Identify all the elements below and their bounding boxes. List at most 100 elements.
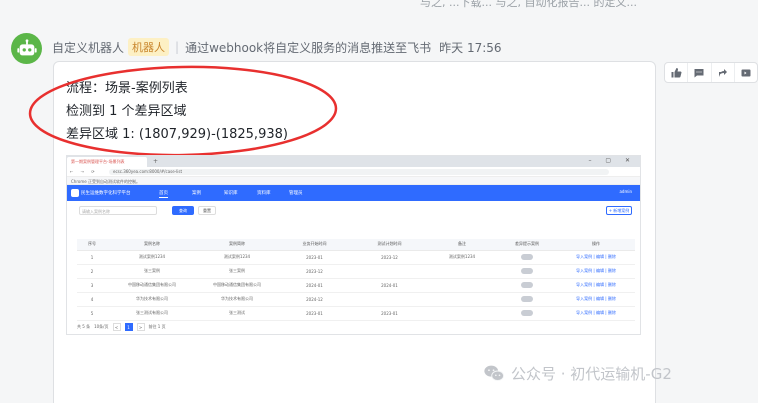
table-cell — [427, 264, 497, 279]
table-cell: 张三测试有限公司 — [107, 306, 197, 321]
robot-icon — [16, 38, 37, 55]
forward-icon — [741, 69, 751, 76]
case-table: 序号 案例名称 案例简称 业务开始时间 测试计划时间 备注 差异提示案例 操作 1 测试案例12… — [77, 239, 635, 321]
diff-toggle-cell — [497, 264, 557, 279]
automation-notice: Chrome 正受到自动测试软件的控制。 — [67, 177, 640, 185]
table-cell: 2023-01 — [277, 306, 352, 321]
new-tab-icon[interactable]: + — [153, 158, 158, 165]
table-cell: 张三测试 — [197, 306, 277, 321]
table-cell — [427, 306, 497, 321]
thumbs-up-button[interactable] — [665, 63, 689, 82]
diff-toggle[interactable] — [521, 310, 533, 316]
wechat-icon — [484, 365, 505, 381]
share-icon — [718, 68, 727, 77]
pager-total: 共 5 条 — [77, 323, 91, 329]
add-case-button[interactable]: + 新增案例 — [606, 206, 632, 215]
app-brand: 民生运维数字化科学平台 — [81, 191, 131, 196]
diff-toggle-cell — [497, 278, 557, 293]
bot-avatar[interactable] — [11, 33, 42, 64]
address-bar: ← → ⟳ ecsc.360yea.com:8000/#/case-list — [67, 167, 640, 177]
table-cell: 2 — [77, 264, 107, 279]
table-cell: 3 — [77, 278, 107, 293]
table-cell: 4 — [77, 292, 107, 307]
comment-button[interactable] — [688, 63, 712, 82]
diff-toggle[interactable] — [521, 268, 533, 274]
diff-toggle[interactable] — [521, 296, 533, 302]
table-cell: 张三案例 — [107, 264, 197, 279]
message-actions — [664, 62, 758, 83]
column-header: 序号 — [77, 239, 107, 251]
table-cell — [352, 292, 427, 307]
table-cell: 华为技术有限公司 — [107, 292, 197, 307]
table-row: 5 张三测试有限公司 张三测试 2023-01 2023-01 导入案例 | 编辑 | 删… — [77, 306, 635, 321]
table-cell: 华为技术有限公司 — [197, 292, 277, 307]
browser-tab[interactable]: 第一期案例管理平台-场景列表 — [67, 157, 147, 167]
flow-line: 流程：场景-案例列表 — [66, 81, 188, 96]
search-button[interactable]: 查询 — [172, 206, 194, 215]
table-cell: 5 — [77, 306, 107, 321]
diff-region-line: 差异区域 1: (1807,929)-(1825,938) — [66, 127, 288, 142]
column-header: 操作 — [557, 239, 635, 251]
table-cell: 中国移动通信集团有限公司 — [197, 278, 277, 293]
diff-count-line: 检测到 1 个差异区域 — [66, 104, 187, 119]
table-cell — [427, 292, 497, 307]
table-cell: 张三案例 — [197, 264, 277, 279]
sender-name[interactable]: 自定义机器人 — [52, 39, 124, 56]
table-header-row: 序号 案例名称 案例简称 业务开始时间 测试计划时间 备注 差异提示案例 操作 — [77, 239, 635, 251]
pager-size-select[interactable]: 10条/页 — [94, 324, 108, 330]
table-cell: 1 — [77, 250, 107, 265]
browser-nav-icons[interactable]: ← → ⟳ — [70, 169, 98, 174]
diff-toggle-cell — [497, 292, 557, 307]
table-cell: 2024-01 — [277, 278, 352, 293]
message-time: 昨天 17:56 — [439, 40, 502, 55]
url-field[interactable]: ecsc.360yea.com:8000/#/case-list — [109, 169, 609, 175]
table-cell: 测试案例1234 — [107, 250, 197, 265]
share-button[interactable] — [712, 63, 735, 82]
table-cell: 测试案例1234 — [197, 250, 277, 265]
row-actions[interactable]: 导入案例 | 编辑 | 删除 — [557, 292, 635, 307]
browser-tab-bar: 第一期案例管理平台-场景列表 + – ▢ ✕ — [67, 156, 640, 167]
attached-screenshot[interactable]: 第一期案例管理平台-场景列表 + – ▢ ✕ ← → ⟳ ecsc.360yea… — [66, 155, 641, 335]
diff-toggle[interactable] — [521, 282, 533, 288]
app-nav-bar: 民生运维数字化科学平台 首页 案例 知识库 资料库 管理员 admin — [67, 185, 640, 201]
table-cell: 2023-12 — [352, 250, 427, 265]
table-cell: 中国移动通信集团有限公司 — [107, 278, 197, 293]
menu-item-case[interactable]: 案例 — [192, 190, 201, 196]
row-actions[interactable]: 导入案例 | 编辑 | 删除 — [557, 264, 635, 279]
user-menu[interactable]: admin — [619, 189, 632, 194]
case-search-input[interactable]: 请输入案例名称 — [79, 206, 157, 215]
table-cell: 2023-01 — [277, 250, 352, 265]
row-actions[interactable]: 导入案例 | 编辑 | 删除 — [557, 306, 635, 321]
bot-description: 通过webhook将自定义服务的消息推送至飞书 — [185, 40, 432, 55]
table-row: 2 张三案例 张三案例 2023-12 导入案例 | 编辑 | 删除 — [77, 264, 635, 279]
table-cell: 2023-01 — [352, 306, 427, 321]
row-actions[interactable]: 导入案例 | 编辑 | 删除 — [557, 278, 635, 293]
previous-message-text: 与之, ...下载... 与之, 自动化报告... 的定义... — [420, 0, 637, 8]
chat-page: 与之, ...下载... 与之, 自动化报告... 的定义... 自定义机器人 … — [0, 0, 758, 403]
message-header: 自定义机器人 机器人 | 通过webhook将自定义服务的消息推送至飞书 昨天 … — [52, 38, 502, 56]
header-separator: | — [175, 40, 180, 54]
pager-page-1[interactable]: 1 — [124, 322, 133, 331]
app-logo-icon — [71, 189, 79, 197]
pager-prev-button[interactable]: < — [112, 322, 121, 331]
table-cell — [427, 278, 497, 293]
menu-item-admin[interactable]: 管理员 — [289, 190, 303, 196]
table-row: 1 测试案例1234 测试案例1234 2023-01 2023-12 测试案例1234 导… — [77, 250, 635, 265]
forward-button[interactable] — [735, 63, 757, 82]
list-toolbar: 请输入案例名称 查询 重置 + 新增案例 — [67, 201, 640, 219]
menu-item-knowledge[interactable]: 知识库 — [224, 190, 238, 196]
column-header: 案例简称 — [197, 239, 277, 251]
diff-toggle-cell — [497, 306, 557, 321]
pager-next-button[interactable]: > — [136, 322, 145, 331]
table-cell — [352, 264, 427, 279]
watermark-text: 公众号 · 初代运输机-G2 — [511, 364, 672, 383]
menu-item-home[interactable]: 首页 — [159, 190, 168, 198]
pager-goto[interactable]: 前往 1 页 — [149, 324, 166, 330]
table-cell: 2024-12 — [277, 292, 352, 307]
table-cell: 2024-01 — [352, 278, 427, 293]
window-controls[interactable]: – ▢ ✕ — [588, 157, 636, 164]
row-actions[interactable]: 导入案例 | 编辑 | 删除 — [557, 250, 635, 265]
diff-toggle[interactable] — [521, 254, 533, 260]
menu-item-resources[interactable]: 资料库 — [257, 190, 271, 196]
reset-button[interactable]: 重置 — [198, 206, 216, 215]
